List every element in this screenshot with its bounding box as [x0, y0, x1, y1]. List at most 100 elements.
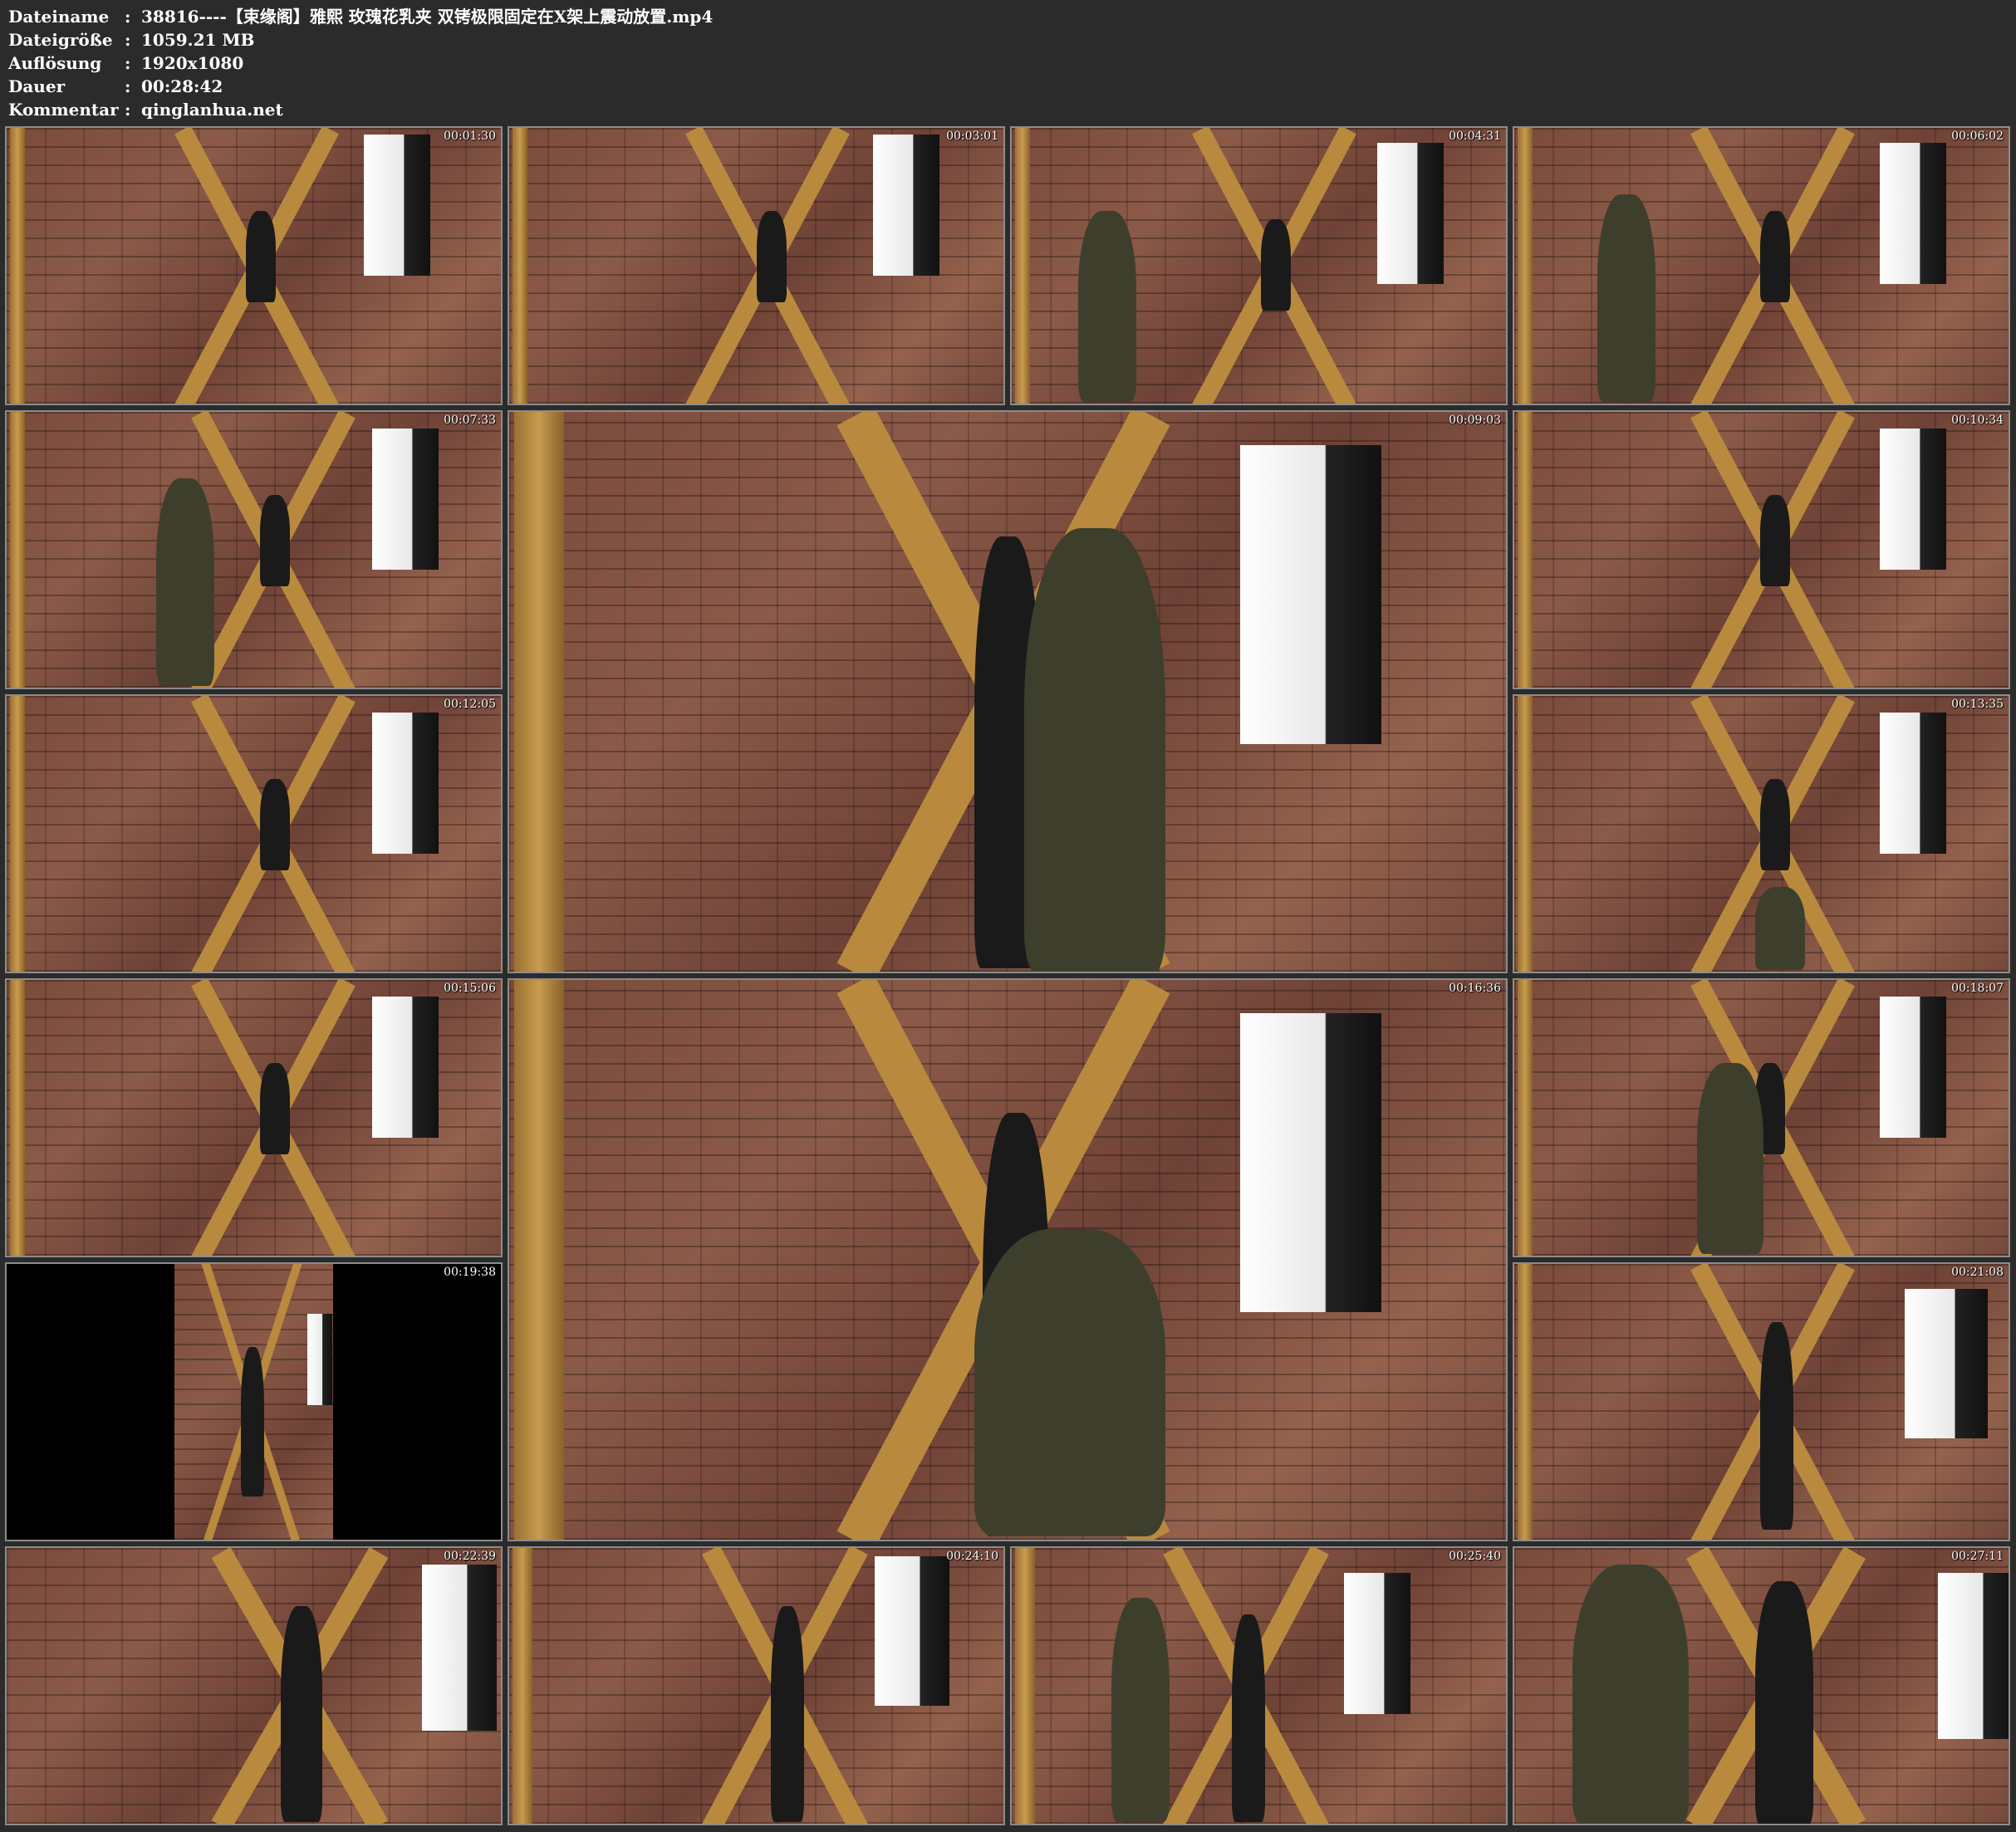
- wooden-post: [1015, 1548, 1035, 1824]
- timestamp: 00:18:07: [1951, 982, 2004, 995]
- wooden-post: [514, 980, 564, 1540]
- wooden-post: [1518, 128, 1533, 404]
- person-figure: [1760, 1322, 1793, 1530]
- person-figure: [1597, 194, 1655, 402]
- thumbnail-frame: 00:06:02: [1513, 126, 2010, 405]
- portrait-video-area: [174, 1264, 333, 1540]
- timestamp: 00:06:02: [1951, 130, 2004, 143]
- info-separator: :: [125, 53, 131, 73]
- softbox-light: [873, 135, 939, 276]
- softbox-light: [875, 1556, 949, 1706]
- timestamp: 00:12:05: [444, 698, 496, 711]
- softbox-light: [1377, 143, 1444, 284]
- person-figure: [1232, 1614, 1265, 1822]
- wooden-post: [1518, 980, 1533, 1256]
- wooden-post: [1518, 696, 1533, 972]
- person-figure: [1261, 219, 1291, 311]
- info-value: 38816----【束缘阁】雅熙 玫瑰花乳夹 双铐极限固定在X架上震动放置.mp…: [141, 7, 714, 27]
- info-separator: :: [125, 100, 131, 120]
- timestamp: 00:01:30: [444, 130, 496, 143]
- timestamp: 00:19:38: [444, 1266, 496, 1279]
- softbox-light: [1240, 445, 1381, 744]
- timestamp: 00:13:35: [1951, 698, 2004, 711]
- info-value: 00:28:42: [141, 76, 223, 96]
- person-figure: [1572, 1565, 1689, 1824]
- timestamp: 00:16:36: [1449, 982, 1501, 995]
- softbox-light: [372, 713, 439, 854]
- softbox-light: [1938, 1573, 2009, 1739]
- wooden-post: [1518, 1264, 1533, 1540]
- wooden-post: [1015, 128, 1030, 404]
- timestamp: 00:22:39: [444, 1550, 496, 1563]
- softbox-light: [422, 1565, 497, 1731]
- person-figure: [1697, 1063, 1763, 1254]
- timestamp: 00:25:40: [1449, 1550, 1501, 1563]
- info-row-comment: Kommentar : qinglanhua.net: [8, 98, 713, 121]
- timestamp: 00:10:34: [1951, 414, 2004, 427]
- person-figure: [1111, 1598, 1170, 1822]
- timestamp: 00:07:33: [444, 414, 496, 427]
- thumbnail-frame-large: 00:16:36: [508, 978, 1508, 1541]
- softbox-light: [1905, 1289, 1988, 1438]
- timestamp: 00:27:11: [1951, 1550, 2004, 1563]
- person-figure: [246, 211, 276, 302]
- info-key: Dateiname: [8, 7, 110, 27]
- wooden-post: [513, 128, 527, 404]
- softbox-light: [372, 997, 439, 1138]
- person-figure: [1078, 211, 1136, 402]
- person-figure: [1760, 495, 1790, 586]
- wooden-post: [514, 412, 564, 972]
- person-figure: [260, 1063, 290, 1154]
- info-separator: :: [125, 7, 131, 27]
- info-row-duration: Dauer : 00:28:42: [8, 75, 713, 98]
- thumbnail-frame: 00:07:33: [5, 410, 503, 689]
- info-value: 1920x1080: [141, 53, 244, 73]
- wooden-post: [10, 128, 25, 404]
- thumbnail-frame: 00:22:39: [5, 1546, 503, 1825]
- person-figure: [260, 495, 290, 586]
- thumbnail-frame: 00:18:07: [1513, 978, 2010, 1257]
- wooden-post: [10, 412, 25, 688]
- timestamp: 00:09:03: [1449, 414, 1501, 427]
- info-value: 1059.21 MB: [141, 30, 255, 50]
- thumbnail-frame: 00:25:40: [1010, 1546, 1508, 1825]
- info-key: Kommentar: [8, 100, 119, 120]
- thumbnail-frame: 00:27:11: [1513, 1546, 2010, 1825]
- softbox-light: [1880, 713, 1946, 854]
- thumbnail-frame: 00:24:10: [508, 1546, 1005, 1825]
- thumbnail-frame: 00:12:05: [5, 694, 503, 973]
- softbox-light: [1240, 1013, 1381, 1312]
- thumbnail-frame: 00:01:30: [5, 126, 503, 405]
- softbox-light: [1880, 429, 1946, 570]
- info-row-filesize: Dateigröße : 1059.21 MB: [8, 28, 713, 51]
- thumbnail-frame: 00:15:06: [5, 978, 503, 1257]
- person-figure: [1755, 887, 1805, 970]
- info-value: qinglanhua.net: [141, 100, 283, 120]
- softbox-light: [1344, 1573, 1410, 1714]
- thumbnail-frame-large: 00:09:03: [508, 410, 1508, 973]
- info-separator: :: [125, 76, 131, 96]
- info-row-resolution: Auflösung : 1920x1080: [8, 51, 713, 75]
- timestamp: 00:03:01: [946, 130, 998, 143]
- timestamp: 00:04:31: [1449, 130, 1501, 143]
- person-figure: [281, 1606, 322, 1822]
- timestamp: 00:15:06: [444, 982, 496, 995]
- thumbnail-frame: 00:19:38: [5, 1262, 503, 1541]
- softbox-light: [364, 135, 430, 276]
- person-figure: [1755, 1581, 1813, 1824]
- person-figure: [1760, 779, 1790, 870]
- timestamp: 00:21:08: [1951, 1266, 2004, 1279]
- person-figure: [771, 1606, 804, 1822]
- info-key: Dateigröße: [8, 30, 113, 50]
- person-figure: [241, 1347, 265, 1496]
- info-row-filename: Dateiname : 38816----【束缘阁】雅熙 玫瑰花乳夹 双铐极限固…: [8, 5, 713, 28]
- info-key: Dauer: [8, 76, 66, 96]
- person-figure: [1760, 211, 1790, 302]
- person-figure: [974, 1229, 1165, 1536]
- info-key: Auflösung: [8, 53, 102, 73]
- wooden-post: [513, 1548, 532, 1824]
- timestamp: 00:24:10: [946, 1550, 998, 1563]
- wooden-post: [10, 696, 25, 972]
- person-figure: [260, 779, 290, 870]
- thumbnail-frame: 00:10:34: [1513, 410, 2010, 689]
